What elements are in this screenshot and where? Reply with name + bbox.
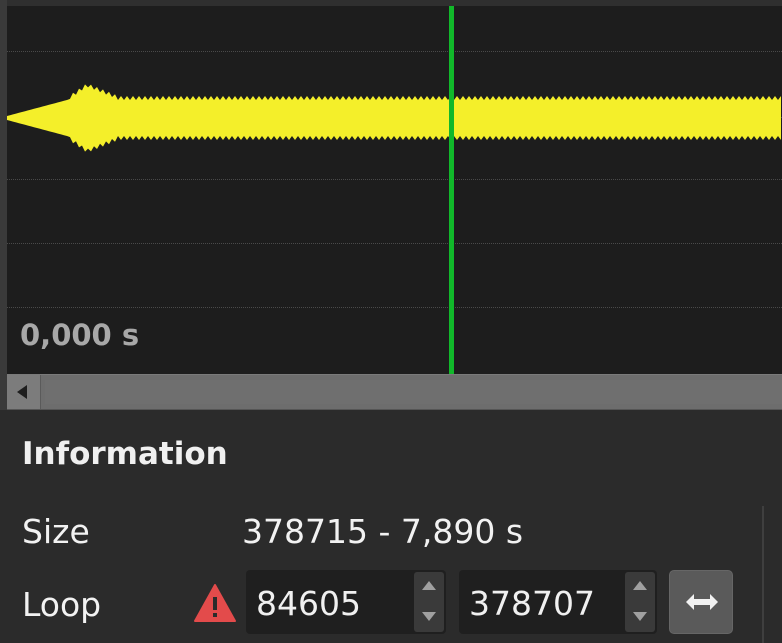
- loop-start-input[interactable]: 84605: [256, 584, 361, 623]
- vertical-divider: [762, 506, 764, 643]
- increment-button[interactable]: [414, 572, 444, 602]
- waveform-envelope: [7, 84, 781, 152]
- time-position-label: 0,000 s: [20, 318, 140, 352]
- chevron-up-icon: [633, 581, 647, 590]
- information-panel: Information Size 378715 - 7,890 s Loop 8…: [0, 410, 782, 643]
- warning-triangle-icon: [194, 584, 236, 622]
- size-value: 378715 - 7,890 s: [242, 512, 524, 551]
- loop-end-spinbox[interactable]: 378707: [459, 570, 657, 634]
- chevron-up-icon: [422, 581, 436, 590]
- loop-start-spinbox[interactable]: 84605: [246, 570, 446, 634]
- horizontal-double-arrow-icon: [686, 594, 718, 610]
- loop-label: Loop: [22, 585, 102, 624]
- loop-end-input[interactable]: 378707: [469, 584, 595, 623]
- chevron-down-icon: [633, 612, 647, 621]
- size-label: Size: [22, 512, 90, 551]
- scrollbar-thumb[interactable]: [45, 380, 782, 404]
- scroll-left-button[interactable]: [7, 375, 41, 409]
- increment-button[interactable]: [625, 572, 655, 602]
- horizontal-scrollbar[interactable]: [7, 374, 782, 410]
- playhead-cursor[interactable]: [449, 6, 454, 374]
- loop-start-stepper: [414, 572, 444, 632]
- waveform-view[interactable]: 0,000 s: [7, 6, 782, 374]
- section-title: Information: [22, 436, 228, 472]
- loop-range-button[interactable]: [669, 570, 733, 634]
- chevron-down-icon: [422, 612, 436, 621]
- loop-end-stepper: [625, 572, 655, 632]
- triangle-left-icon: [17, 385, 27, 399]
- decrement-button[interactable]: [414, 602, 444, 632]
- decrement-button[interactable]: [625, 602, 655, 632]
